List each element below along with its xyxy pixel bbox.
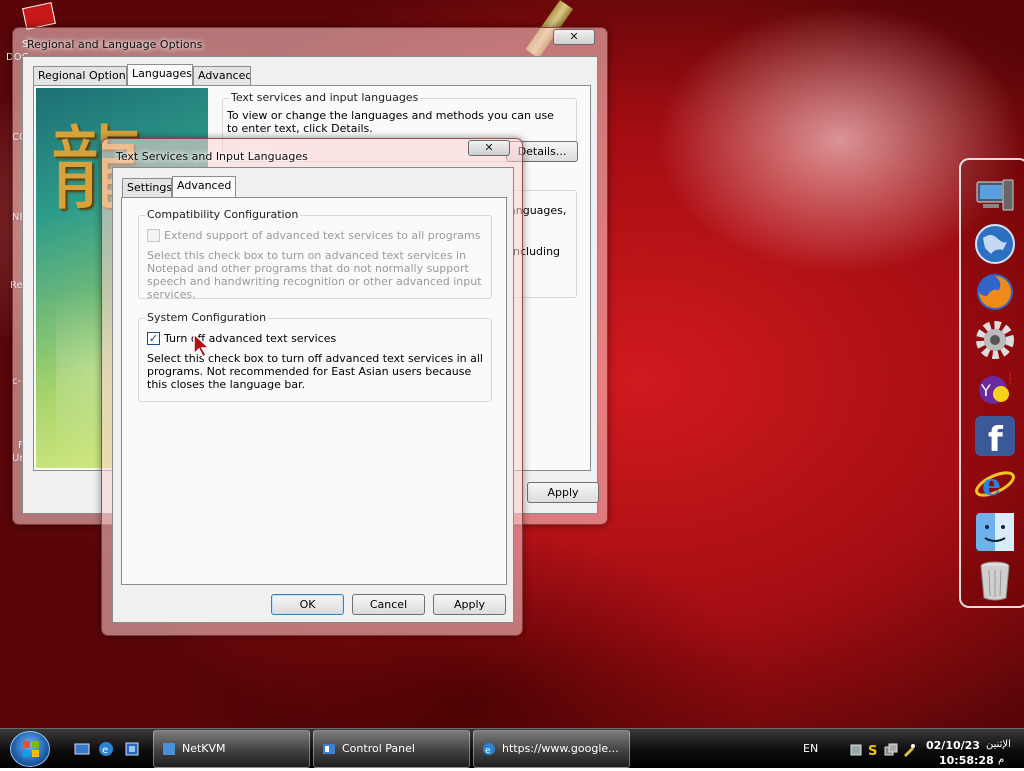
network-tray-icon[interactable] xyxy=(884,743,898,757)
taskbar-item-netkvm[interactable]: NetKVM xyxy=(153,730,310,768)
group-title: Text services and input languages xyxy=(229,91,421,104)
trash-icon[interactable] xyxy=(973,558,1017,602)
computer-icon[interactable] xyxy=(973,174,1017,218)
taskbar-item-label: Control Panel xyxy=(342,742,415,755)
tab-settings[interactable]: Settings xyxy=(122,178,172,197)
language-indicator[interactable]: EN xyxy=(803,742,818,755)
network-icon xyxy=(163,743,175,755)
svg-text:Y: Y xyxy=(980,381,991,400)
svg-text:!: ! xyxy=(1007,369,1013,388)
taskbar-item-control-panel[interactable]: Control Panel xyxy=(313,730,470,768)
close-button[interactable]: ✕ xyxy=(468,140,510,156)
svg-text:e: e xyxy=(982,468,1001,503)
mouse-cursor-icon xyxy=(193,332,211,358)
taskbar-item-label: https://www.google... xyxy=(502,742,619,755)
switch-windows-icon[interactable] xyxy=(124,741,140,757)
internet-explorer-icon: e xyxy=(483,743,495,756)
svg-text:e: e xyxy=(102,745,108,756)
group-description: To view or change the languages and meth… xyxy=(227,109,554,135)
clock-day[interactable]: الإثنين xyxy=(986,739,1011,750)
power-tray-icon[interactable] xyxy=(902,743,916,757)
globe-icon[interactable] xyxy=(973,222,1017,266)
advanced-tab-panel: Compatibility Configuration Extend suppo… xyxy=(121,197,507,585)
extend-support-checkbox[interactable] xyxy=(147,229,160,242)
tab-advanced[interactable]: Advanced xyxy=(172,176,236,197)
taskbar-item-label: NetKVM xyxy=(182,742,226,755)
clock-time[interactable]: 10:58:28 xyxy=(939,754,994,767)
show-desktop-icon[interactable] xyxy=(74,741,90,757)
window-title: Text Services and Input Languages xyxy=(116,150,308,163)
windows-logo-icon xyxy=(23,741,39,757)
extend-support-label[interactable]: Extend support of advanced text services… xyxy=(164,229,480,242)
tab-regional-options[interactable]: Regional Options xyxy=(33,66,127,85)
window-title: Regional and Language Options xyxy=(27,38,203,51)
cancel-button[interactable]: Cancel xyxy=(352,594,425,615)
yahoo-messenger-icon[interactable]: Y! xyxy=(973,366,1017,410)
finder-icon[interactable] xyxy=(973,510,1017,554)
ok-button[interactable]: OK xyxy=(271,594,344,615)
svg-text:S: S xyxy=(868,744,877,757)
tab-languages[interactable]: Languages xyxy=(127,64,193,85)
system-configuration-group: System Configuration ✓ Turn off advanced… xyxy=(138,311,492,402)
text-services-window: Text Services and Input Languages ✕ Sett… xyxy=(101,138,523,636)
turn-off-advanced-label[interactable]: Turn off advanced text services xyxy=(164,332,336,345)
svg-text:e: e xyxy=(485,746,491,756)
taskbar: e NetKVM Control Panel e https://www.goo… xyxy=(0,728,1024,768)
close-button[interactable]: ✕ xyxy=(553,29,595,45)
tray-app-icon[interactable] xyxy=(850,744,862,756)
taskbar-item-browser[interactable]: e https://www.google... xyxy=(473,730,630,768)
compatibility-description: Select this check box to turn on advance… xyxy=(147,249,482,301)
clock-ampm[interactable]: م xyxy=(998,754,1004,765)
group-title: System Configuration xyxy=(145,311,269,324)
turn-off-advanced-checkbox[interactable]: ✓ xyxy=(147,332,160,345)
tray-s-icon[interactable]: S xyxy=(867,743,879,757)
compatibility-group: Compatibility Configuration Extend suppo… xyxy=(138,208,492,301)
control-panel-icon xyxy=(323,744,335,754)
application-dock: Y! f e xyxy=(959,158,1024,608)
firefox-icon[interactable] xyxy=(973,270,1017,314)
start-button[interactable] xyxy=(10,731,50,767)
clock-date[interactable]: 02/10/23 xyxy=(926,739,980,752)
facebook-icon[interactable]: f xyxy=(973,414,1017,460)
apply-button[interactable]: Apply xyxy=(527,482,599,503)
tab-advanced[interactable]: Advanced xyxy=(193,66,251,85)
internet-explorer-icon[interactable]: e xyxy=(973,462,1017,506)
svg-text:f: f xyxy=(988,420,1004,458)
internet-explorer-icon[interactable]: e xyxy=(98,741,114,757)
apply-button[interactable]: Apply xyxy=(433,594,506,615)
settings-gear-icon[interactable] xyxy=(973,318,1017,362)
group-title: Compatibility Configuration xyxy=(145,208,301,221)
window-client: Settings Advanced Compatibility Configur… xyxy=(112,167,514,623)
